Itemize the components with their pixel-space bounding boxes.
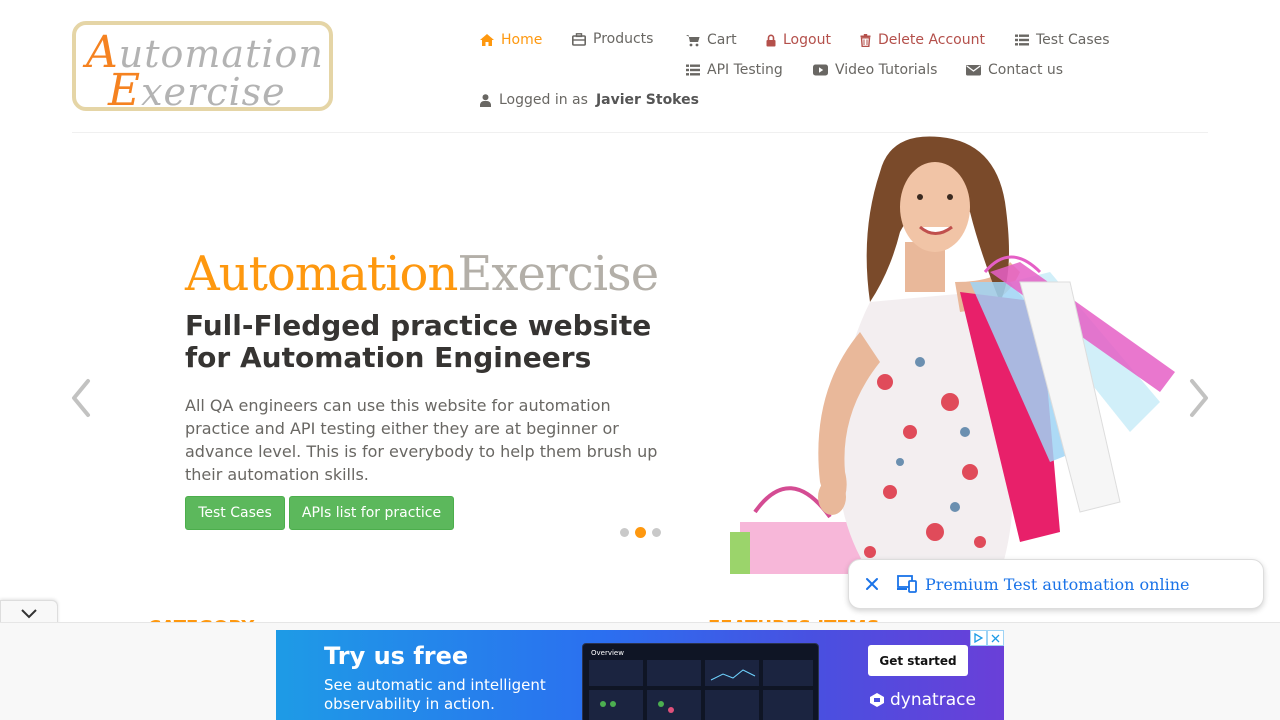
slide-description: All QA engineers can use this website fo… (185, 396, 658, 484)
slider-dot-3[interactable] (652, 528, 661, 537)
ad-brand-name: dynatrace (890, 690, 976, 710)
slider-indicators (620, 527, 661, 538)
briefcase-icon (572, 32, 586, 46)
lock-icon (766, 34, 776, 46)
user-icon (480, 93, 491, 107)
devices-icon (897, 575, 917, 593)
list-icon (1015, 34, 1029, 46)
apis-list-button[interactable]: APIs list for practice (289, 496, 454, 530)
promo-chip[interactable]: Premium Test automation online (848, 559, 1264, 609)
ad-screenshot-title: Overview (591, 649, 624, 657)
ad-subtext-line-1: See automatic and intelligent (324, 676, 546, 694)
slide-heading: Full-Fledged practice website for Automa… (185, 309, 652, 374)
list-icon (686, 64, 700, 76)
ad-get-started-button[interactable]: Get started (868, 645, 968, 676)
slider-next-icon[interactable] (1186, 378, 1212, 418)
slider-prev-icon[interactable] (68, 378, 94, 418)
ad-choices[interactable] (970, 630, 1004, 646)
page: Automation Exercise Home Products Cart L… (0, 0, 1280, 720)
nav-test-cases[interactable]: Test Cases (1015, 32, 1110, 48)
ad-subtext-line-2: observability in action. (324, 695, 495, 713)
hero-image (730, 136, 1175, 574)
home-icon (480, 34, 494, 46)
logged-in-status: Logged in as Javier Stokes (480, 92, 699, 108)
dynatrace-logo-icon (870, 693, 884, 707)
cart-icon (686, 34, 700, 46)
ad-close-icon[interactable] (987, 630, 1004, 646)
ad-brand: dynatrace (868, 690, 976, 710)
nav-delete-account[interactable]: Delete Account (860, 32, 985, 48)
nav-contact-us[interactable]: Contact us (966, 62, 1063, 78)
nav-api-testing[interactable]: API Testing (686, 62, 783, 78)
envelope-icon (966, 65, 981, 76)
ad-choices-icon[interactable] (970, 630, 987, 646)
ad-headline: Try us free (324, 642, 469, 670)
trash-icon (860, 33, 871, 47)
site-logo[interactable]: Automation Exercise (72, 21, 333, 116)
ad-product-screenshot: Overview (582, 643, 819, 720)
promo-chip-text: Premium Test automation online (925, 574, 1190, 594)
nav-logout[interactable]: Logout (766, 32, 831, 48)
advertisement[interactable]: Try us free See automatic and intelligen… (276, 630, 1004, 720)
logged-in-prefix: Logged in as (499, 92, 588, 108)
close-icon[interactable] (864, 576, 880, 592)
test-cases-button[interactable]: Test Cases (185, 496, 285, 530)
slider-dot-2[interactable] (635, 527, 646, 538)
nav-cart[interactable]: Cart (686, 32, 737, 48)
logged-in-username: Javier Stokes (595, 92, 699, 108)
slide-title: AutomationExercise (185, 246, 659, 302)
logo-line-2: Exercise (108, 65, 286, 116)
slider-dot-1[interactable] (620, 528, 629, 537)
nav-video-tutorials[interactable]: Video Tutorials (813, 62, 937, 78)
chevron-down-icon (21, 608, 37, 618)
nav-products[interactable]: Products (572, 31, 653, 47)
nav-home[interactable]: Home (480, 32, 542, 48)
youtube-play-icon (813, 64, 828, 76)
